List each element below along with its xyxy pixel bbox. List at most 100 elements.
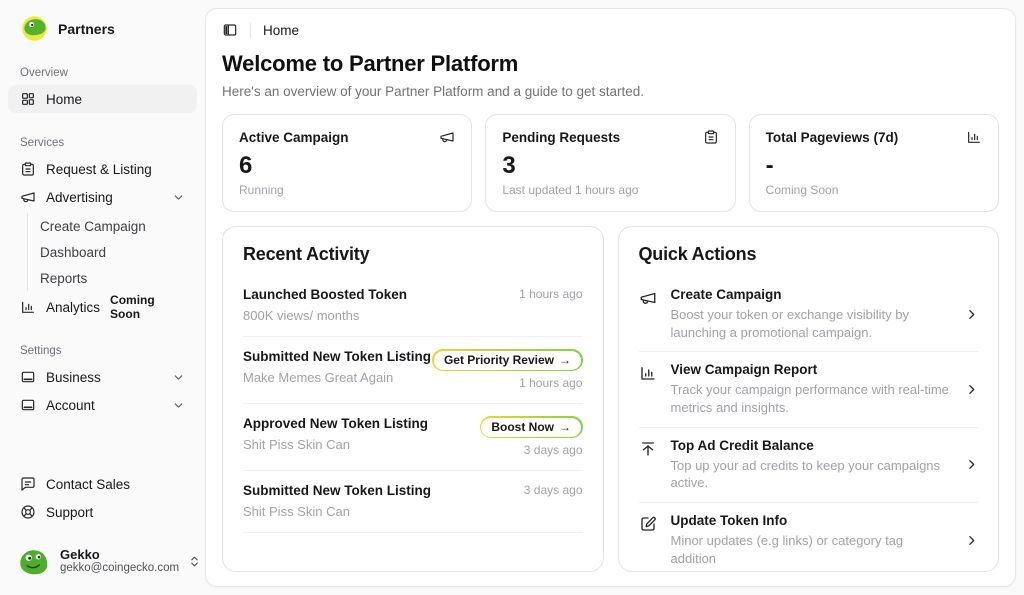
sidebar-item-home[interactable]: Home xyxy=(8,85,197,113)
user-email: gekko@coingecko.com xyxy=(60,562,179,576)
stat-card-pending-requests: Pending Requests 3 Last updated 1 hours … xyxy=(485,114,735,212)
quick-action-create-campaign[interactable]: Create Campaign Boost your token or exch… xyxy=(639,277,979,352)
pill-label: Boost Now xyxy=(491,420,554,434)
breadcrumb[interactable]: Home xyxy=(263,23,299,38)
megaphone-icon xyxy=(639,289,657,307)
user-name: Gekko xyxy=(60,547,179,563)
nav-label: Advertising xyxy=(46,190,113,205)
chevrons-up-down-icon xyxy=(188,555,201,568)
quick-action-desc: Minor updates (e.g links) or category ta… xyxy=(671,532,952,567)
chevron-down-icon xyxy=(172,371,185,384)
activity-time: 1 hours ago xyxy=(519,287,582,301)
chevron-right-icon xyxy=(965,534,978,547)
user-menu[interactable]: Gekko gekko@coingecko.com xyxy=(8,538,197,585)
quick-actions-title: Quick Actions xyxy=(639,244,979,265)
recent-activity-card: Recent Activity Launched Boosted Token 8… xyxy=(222,226,604,572)
activity-subtitle: Make Memes Great Again xyxy=(243,370,431,385)
chevron-right-icon xyxy=(965,308,978,321)
bar-chart-icon xyxy=(20,299,36,315)
activity-row: Approved New Token Listing Shit Piss Ski… xyxy=(243,404,583,471)
activity-title: Launched Boosted Token xyxy=(243,287,407,302)
nav-label: Home xyxy=(46,92,82,107)
quick-action-top-ad-credit[interactable]: Top Ad Credit Balance Top up your ad cre… xyxy=(639,428,979,503)
recent-activity-list: Launched Boosted Token 800K views/ month… xyxy=(243,275,583,533)
activity-time: 3 days ago xyxy=(524,483,583,497)
stat-value: - xyxy=(766,152,982,180)
stats-row: Active Campaign 6 Running Pending Reques… xyxy=(206,99,1015,212)
quick-action-title: Top Ad Credit Balance xyxy=(671,438,952,453)
activity-time: 1 hours ago xyxy=(519,376,582,390)
stat-card-total-pageviews: Total Pageviews (7d) - Coming Soon xyxy=(749,114,999,212)
quick-action-view-campaign-report[interactable]: View Campaign Report Track your campaign… xyxy=(639,352,979,427)
nav-label: Business xyxy=(46,370,101,385)
chevron-right-icon xyxy=(965,383,978,396)
stat-caption: Last updated 1 hours ago xyxy=(502,183,718,197)
sidebar-item-analytics[interactable]: Analytics Coming Soon xyxy=(8,293,197,321)
coming-soon-badge: Coming Soon xyxy=(110,293,185,321)
edit-icon xyxy=(639,515,657,533)
sidebar-item-account[interactable]: Account xyxy=(8,391,197,419)
activity-subtitle: Shit Piss Skin Can xyxy=(243,504,431,519)
stat-title: Pending Requests xyxy=(502,130,620,145)
brand: Partners xyxy=(8,14,197,43)
sidebar-item-support[interactable]: Support xyxy=(8,498,197,526)
sidebar-spacer xyxy=(8,419,197,470)
quick-action-desc: Boost your token or exchange visibility … xyxy=(671,306,952,341)
quick-action-update-token-info[interactable]: Update Token Info Minor updates (e.g lin… xyxy=(639,503,979,572)
stat-caption: Coming Soon xyxy=(766,183,982,197)
chevron-down-icon xyxy=(172,399,185,412)
arrow-right-icon: → xyxy=(559,353,571,367)
megaphone-icon xyxy=(20,189,36,205)
section-label-overview: Overview xyxy=(8,67,197,79)
sidebar-subitem-create-campaign[interactable]: Create Campaign xyxy=(28,213,197,239)
topbar-divider xyxy=(250,23,251,38)
quick-action-title: Update Token Info xyxy=(671,513,952,528)
bar-chart-icon xyxy=(639,364,657,382)
nav-label: Request & Listing xyxy=(46,162,152,177)
sidebar-subitem-dashboard[interactable]: Dashboard xyxy=(28,239,197,265)
sidebar-item-request-listing[interactable]: Request & Listing xyxy=(8,155,197,183)
boost-now-button[interactable]: Boost Now → xyxy=(480,416,583,438)
nav-label: Support xyxy=(46,505,93,520)
activity-title: Submitted New Token Listing xyxy=(243,483,431,498)
sidebar-subitem-reports[interactable]: Reports xyxy=(28,265,197,291)
sidebar-toggle-icon[interactable] xyxy=(222,22,238,38)
section-label-services: Services xyxy=(8,137,197,149)
sidebar-item-business[interactable]: Business xyxy=(8,363,197,391)
sidebar-item-advertising[interactable]: Advertising xyxy=(8,183,197,211)
nav-label: Contact Sales xyxy=(46,477,130,492)
page-header: Welcome to Partner Platform Here's an ov… xyxy=(206,49,1015,99)
app-root: Partners Overview Home Services Request … xyxy=(0,0,1024,595)
megaphone-icon xyxy=(439,129,455,145)
sidebar-item-contact-sales[interactable]: Contact Sales xyxy=(8,470,197,498)
quick-actions-list: Create Campaign Boost your token or exch… xyxy=(639,277,979,572)
get-priority-review-button[interactable]: Get Priority Review → xyxy=(432,349,582,371)
activity-row: Submitted New Token Listing Make Memes G… xyxy=(243,337,583,404)
section-label-settings: Settings xyxy=(8,345,197,357)
card-icon xyxy=(20,397,36,413)
advertising-submenu: Create Campaign Dashboard Reports xyxy=(27,213,197,291)
stat-value: 6 xyxy=(239,152,455,180)
pill-label: Get Priority Review xyxy=(444,353,554,367)
clipboard-icon xyxy=(20,161,36,177)
message-icon xyxy=(20,476,36,492)
clipboard-icon xyxy=(703,129,719,145)
card-icon xyxy=(20,369,36,385)
bar-chart-icon xyxy=(966,129,982,145)
arrow-right-icon: → xyxy=(559,420,571,434)
stat-title: Active Campaign xyxy=(239,130,349,145)
avatar xyxy=(16,544,51,579)
content-row: Recent Activity Launched Boosted Token 8… xyxy=(206,212,1015,586)
activity-row: Submitted New Token Listing Shit Piss Sk… xyxy=(243,471,583,533)
grid-icon xyxy=(20,91,36,107)
activity-row: Launched Boosted Token 800K views/ month… xyxy=(243,275,583,337)
recent-activity-title: Recent Activity xyxy=(243,244,583,265)
nav-label: Analytics xyxy=(46,300,100,315)
quick-action-desc: Track your campaign performance with rea… xyxy=(671,381,952,416)
brand-name: Partners xyxy=(58,21,115,37)
stat-value: 3 xyxy=(502,152,718,180)
activity-title: Submitted New Token Listing xyxy=(243,349,431,364)
sidebar: Partners Overview Home Services Request … xyxy=(0,0,205,595)
activity-subtitle: Shit Piss Skin Can xyxy=(243,437,428,452)
page-title: Welcome to Partner Platform xyxy=(222,51,999,77)
